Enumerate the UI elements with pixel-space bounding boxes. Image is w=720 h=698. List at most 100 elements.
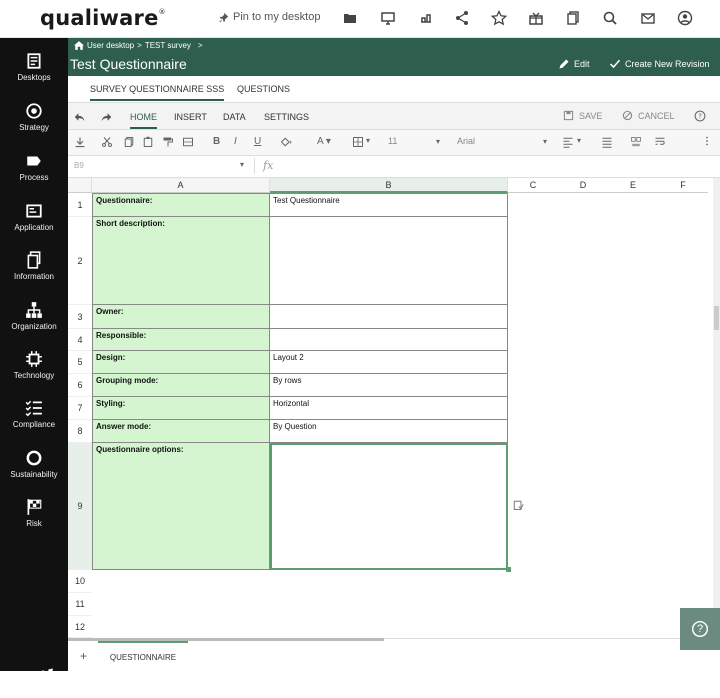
column-header-e[interactable]: E <box>608 178 658 193</box>
paste-options-icon[interactable] <box>512 499 524 511</box>
table-cell[interactable]: Horizontal <box>270 397 508 420</box>
star-icon[interactable] <box>491 10 507 26</box>
app-logo[interactable]: qualiware® <box>40 6 166 30</box>
vertical-scrollbar[interactable] <box>713 178 720 638</box>
row-header[interactable]: 5 <box>68 351 92 374</box>
italic-button[interactable]: I <box>234 136 237 147</box>
fill-handle[interactable] <box>506 567 511 572</box>
breadcrumb-user-desktop[interactable]: User desktop <box>87 41 134 50</box>
sidebar-item-process[interactable]: Process <box>0 152 68 198</box>
folder-icon[interactable] <box>342 10 358 26</box>
sheet-tab-questionnaire[interactable]: QUESTIONNAIRE <box>98 641 188 671</box>
row-header[interactable]: 12 <box>68 616 92 638</box>
selected-cell[interactable] <box>270 443 508 570</box>
sidebar-item-information[interactable]: Information <box>0 251 68 297</box>
paste-icon[interactable] <box>142 136 154 148</box>
more-options-icon[interactable]: ⋮ <box>702 136 712 147</box>
help-circle-icon[interactable]: ? <box>694 110 706 122</box>
undo-icon[interactable] <box>74 111 86 123</box>
sidebar-item-application[interactable]: Application <box>0 202 68 248</box>
ribbon-tab-insert[interactable]: INSERT <box>174 112 207 122</box>
download-icon[interactable] <box>74 136 86 148</box>
column-header-b[interactable]: B <box>270 178 508 193</box>
align-dropdown[interactable]: ▾ <box>577 136 581 145</box>
user-account-icon[interactable] <box>677 10 693 26</box>
bold-button[interactable]: B <box>213 136 220 147</box>
ribbon-tab-settings[interactable]: SETTINGS <box>264 112 309 122</box>
column-header-c[interactable]: C <box>508 178 558 193</box>
sidebar-item-desktops[interactable]: Desktops <box>0 52 68 98</box>
table-cell[interactable]: Short description: <box>92 217 270 305</box>
row-header[interactable]: 11 <box>68 593 92 616</box>
vertical-align-icon[interactable] <box>601 136 613 148</box>
table-cell[interactable]: Grouping mode: <box>92 374 270 397</box>
mail-icon[interactable] <box>640 10 656 26</box>
table-cell[interactable]: Owner: <box>92 305 270 329</box>
horizontal-scrollbar[interactable] <box>68 638 384 641</box>
format-painter-icon[interactable] <box>162 136 174 148</box>
table-cell[interactable]: Questionnaire: <box>92 193 270 217</box>
font-color-button[interactable]: A ▾ <box>317 136 331 147</box>
clear-format-icon[interactable] <box>182 136 194 148</box>
row-header[interactable]: 7 <box>68 397 92 420</box>
add-sheet-button[interactable]: + <box>80 649 87 663</box>
ribbon-tab-home[interactable]: HOME <box>130 112 157 129</box>
row-header[interactable]: 1 <box>68 193 92 217</box>
cell-reference-dropdown[interactable]: ▾ <box>240 160 244 169</box>
table-cell[interactable]: Answer mode: <box>92 420 270 443</box>
wrap-text-icon[interactable] <box>654 136 666 148</box>
redo-icon[interactable] <box>100 111 112 123</box>
row-header[interactable]: 3 <box>68 305 92 329</box>
cut-icon[interactable] <box>101 136 113 148</box>
row-header[interactable]: 6 <box>68 374 92 397</box>
edit-button[interactable]: Edit <box>558 58 590 70</box>
borders-icon[interactable] <box>352 136 364 148</box>
table-cell[interactable]: Responsible: <box>92 329 270 351</box>
column-header-a[interactable]: A <box>92 178 270 193</box>
underline-button[interactable]: U <box>254 136 261 147</box>
scrollbar-thumb[interactable] <box>714 306 719 330</box>
column-header-d[interactable]: D <box>558 178 608 193</box>
breadcrumb-test-survey[interactable]: TEST survey <box>145 41 191 50</box>
table-cell[interactable]: Test Questionnaire <box>270 193 508 217</box>
table-cell[interactable]: By Question <box>270 420 508 443</box>
align-icon[interactable] <box>562 136 574 148</box>
sidebar-item-strategy[interactable]: Strategy <box>0 102 68 148</box>
column-header-f[interactable]: F <box>658 178 708 193</box>
merge-cells-icon[interactable] <box>630 136 642 148</box>
sidebar-item-risk[interactable]: Risk <box>0 498 68 544</box>
table-cell[interactable] <box>270 305 508 329</box>
pin-to-desktop-button[interactable]: Pin to my desktop <box>218 11 320 23</box>
cancel-button[interactable]: CANCEL <box>622 110 675 121</box>
table-cell[interactable] <box>270 217 508 305</box>
create-new-revision-button[interactable]: Create New Revision <box>609 58 710 70</box>
cell-reference[interactable]: B9 <box>74 161 84 170</box>
table-cell[interactable] <box>270 329 508 351</box>
borders-dropdown[interactable]: ▾ <box>366 136 370 145</box>
presentation-icon[interactable] <box>380 10 396 26</box>
home-icon[interactable] <box>74 41 84 50</box>
copy-icon[interactable] <box>123 136 135 148</box>
formula-input[interactable] <box>280 158 710 175</box>
sidebar-item-compliance[interactable]: Compliance <box>0 399 68 445</box>
tab-questions[interactable]: QUESTIONS <box>237 84 290 94</box>
select-all-corner[interactable] <box>68 178 92 193</box>
row-header[interactable]: 4 <box>68 329 92 351</box>
font-size-select[interactable]: 11 ▾ <box>388 136 440 146</box>
row-header[interactable]: 10 <box>68 570 92 593</box>
row-header[interactable]: 2 <box>68 217 92 305</box>
sidebar-item-technology[interactable]: Technology <box>0 350 68 396</box>
table-cell[interactable]: Styling: <box>92 397 270 420</box>
row-header[interactable]: 8 <box>68 420 92 443</box>
ribbon-tab-data[interactable]: DATA <box>223 112 246 122</box>
sidebar-item-organization[interactable]: Organization <box>0 301 68 347</box>
workflow-icon[interactable] <box>418 10 434 26</box>
table-cell[interactable]: Questionnaire options: <box>92 443 270 570</box>
copy-icon[interactable] <box>565 10 581 26</box>
table-cell[interactable]: By rows <box>270 374 508 397</box>
fill-color-icon[interactable] <box>279 136 293 148</box>
save-button[interactable]: SAVE <box>563 110 602 121</box>
table-cell[interactable]: Layout 2 <box>270 351 508 374</box>
tab-survey-questionnaire[interactable]: SURVEY QUESTIONNAIRE SSS <box>90 84 225 101</box>
table-cell[interactable]: Design: <box>92 351 270 374</box>
